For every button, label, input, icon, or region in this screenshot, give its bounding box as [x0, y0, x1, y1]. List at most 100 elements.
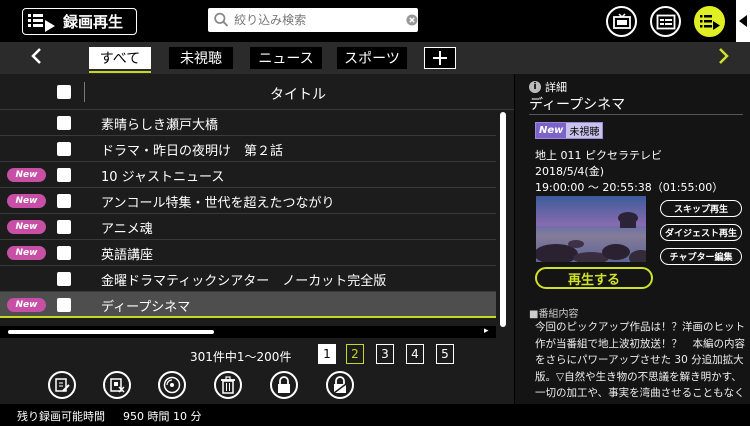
program-thumbnail	[536, 196, 646, 262]
list-item[interactable]: 素晴らしき瀬戸大橋	[0, 110, 496, 136]
tab-unwatched[interactable]: 未視聴	[169, 47, 233, 69]
skip-play-button[interactable]: スキップ再生	[660, 200, 742, 217]
row-checkbox[interactable]	[57, 298, 71, 312]
clear-search-icon[interactable]	[406, 13, 418, 27]
unwatched-label: 未視聴	[566, 123, 603, 138]
protect-button[interactable]	[270, 371, 298, 399]
add-tab-button[interactable]	[424, 47, 456, 69]
list-item[interactable]: New 英語講座	[0, 240, 496, 266]
tab-sports[interactable]: スポーツ	[337, 47, 407, 69]
page-2-button[interactable]: 2	[346, 344, 364, 364]
remaining-time-value: 950 時間 10 分	[123, 410, 202, 423]
row-checkbox[interactable]	[57, 116, 71, 130]
unprotect-button[interactable]	[326, 371, 354, 399]
list-item[interactable]: 金曜ドラマティックシアター ノーカット完全版	[0, 266, 496, 292]
category-tabs: すべて 未視聴 ニュース スポーツ	[0, 42, 750, 74]
tabs-prev-button[interactable]	[30, 47, 42, 68]
program-guide-button[interactable]	[650, 6, 681, 37]
chapter-edit-button[interactable]: チャプター編集	[660, 248, 742, 265]
recorded-list-button[interactable]	[694, 6, 725, 37]
new-label: New	[536, 123, 567, 138]
detail-section-label: 詳細	[545, 81, 567, 94]
page-3-button[interactable]: 3	[376, 344, 394, 364]
unlock-icon	[333, 376, 347, 394]
row-title: ドラマ・昨日の夜明け 第２話	[101, 144, 284, 159]
menu-list-icon	[23, 9, 61, 34]
new-badge: New	[7, 168, 46, 182]
app-menu-button[interactable]: 録画再生	[22, 8, 137, 35]
header: 録画再生	[0, 0, 750, 42]
list-item[interactable]: New アニメ魂	[0, 214, 496, 240]
tv-button[interactable]	[606, 6, 637, 37]
search-input[interactable]	[234, 13, 385, 27]
detail-header: i 詳細	[529, 79, 567, 95]
delete-select-button[interactable]	[103, 371, 131, 399]
chevron-left-icon	[31, 48, 41, 64]
list-item[interactable]: New 10 ジャストニュース	[0, 162, 496, 188]
chevron-right-icon	[719, 48, 729, 64]
search-icon	[214, 12, 229, 27]
row-title: アニメ魂	[101, 222, 153, 237]
delete-button[interactable]	[214, 371, 242, 399]
recording-list: タイトル 素晴らしき瀬戸大橋 ドラマ・昨日の夜明け 第２話 New 10 ジャス…	[0, 74, 514, 344]
content-section-label: ■番組内容	[529, 309, 579, 320]
recorded-list-icon	[699, 14, 720, 30]
list-item-selected[interactable]: New ディープシネマ	[0, 292, 496, 318]
lock-icon	[278, 376, 290, 393]
status-badge: New 未視聴	[535, 122, 604, 139]
app-title: 録画再生	[63, 13, 124, 31]
new-badge: New	[7, 246, 46, 260]
horizontal-scrollbar[interactable]: ▸	[0, 326, 496, 338]
list-item[interactable]: New アンコール特集・世代を超えたつながり	[0, 188, 496, 214]
delete-select-icon	[110, 378, 125, 393]
panel-toggle-button[interactable]	[736, 0, 750, 42]
scroll-right-icon[interactable]: ▸	[484, 326, 489, 336]
edit-button[interactable]	[48, 371, 76, 399]
vertical-scrollbar[interactable]	[500, 112, 506, 327]
row-checkbox[interactable]	[57, 220, 71, 234]
page-1-button[interactable]: 1	[318, 344, 336, 364]
guide-icon	[656, 14, 675, 29]
tabs-next-button[interactable]	[718, 46, 730, 70]
broadcast-date: 2018/5/4(金)	[535, 165, 604, 178]
plus-icon	[433, 51, 447, 65]
column-divider	[84, 82, 85, 102]
disc-icon	[163, 376, 181, 394]
row-title: 英語講座	[101, 248, 154, 263]
row-checkbox[interactable]	[57, 194, 71, 208]
list-item[interactable]: ドラマ・昨日の夜明け 第２話	[0, 136, 496, 162]
page-4-button[interactable]: 4	[406, 344, 424, 364]
program-description: 今回のピックアップ作品は！？洋画のヒット作が当番組で地上波初放送！？ 本編の内容…	[535, 321, 745, 399]
remaining-time-label: 残り録画可能時間	[17, 410, 105, 423]
digest-play-button[interactable]: ダイジェスト再生	[660, 224, 742, 241]
caret-left-icon	[739, 15, 747, 27]
row-checkbox[interactable]	[57, 246, 71, 260]
divider	[529, 114, 743, 115]
tab-news[interactable]: ニュース	[250, 47, 322, 69]
trash-icon	[221, 376, 235, 394]
row-title: ディープシネマ	[101, 300, 191, 315]
broadcast-time: 19:00:00 ～ 20:55:38（01:55:00）	[535, 181, 724, 194]
row-title: 素晴らしき瀬戸大橋	[101, 118, 219, 133]
tv-icon	[612, 12, 631, 29]
row-title: アンコール特集・世代を超えたつながり	[101, 196, 335, 211]
detail-panel: i 詳細 ディープシネマ New 未視聴 地上 011 ピクセラテレビ 2018…	[515, 74, 750, 404]
channel-info: 地上 011 ピクセラテレビ	[535, 149, 662, 162]
row-checkbox[interactable]	[57, 168, 71, 182]
select-all-checkbox[interactable]	[57, 85, 71, 99]
play-button[interactable]: 再生する	[535, 267, 653, 289]
active-tab-indicator	[89, 71, 151, 73]
edit-icon	[55, 378, 70, 392]
action-toolbar	[0, 366, 514, 404]
horizontal-scroll-thumb[interactable]	[8, 330, 214, 334]
list-header: タイトル	[0, 74, 514, 110]
tab-all[interactable]: すべて	[89, 47, 151, 69]
row-checkbox[interactable]	[57, 142, 71, 156]
row-checkbox[interactable]	[57, 272, 71, 286]
search-box[interactable]	[208, 8, 418, 32]
status-bar: 残り録画可能時間 950 時間 10 分	[0, 404, 750, 426]
disc-button[interactable]	[158, 371, 186, 399]
page-5-button[interactable]: 5	[436, 344, 454, 364]
new-badge: New	[7, 194, 46, 208]
row-title: 金曜ドラマティックシアター ノーカット完全版	[101, 274, 387, 289]
